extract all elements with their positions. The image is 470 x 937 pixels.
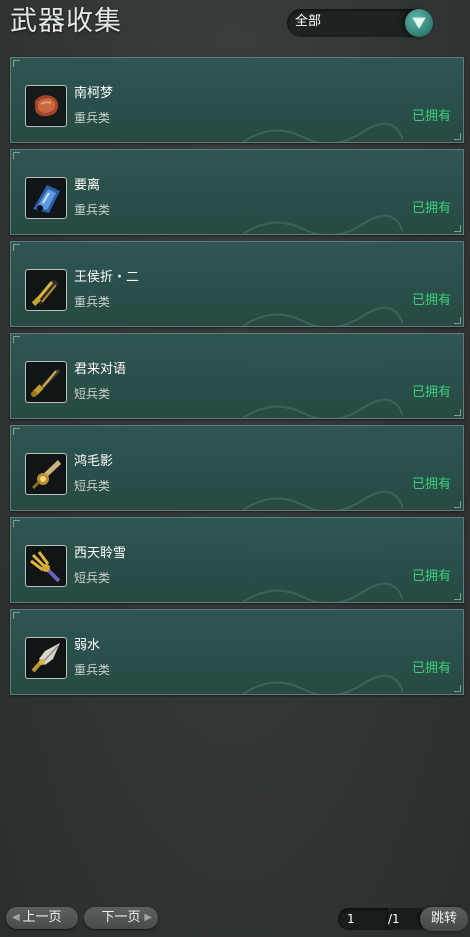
weapon-type: 短兵类 <box>74 571 111 585</box>
owned-status: 已拥有 <box>411 201 451 216</box>
filter-selected-value: 全部 <box>295 14 322 29</box>
weapon-card[interactable]: 弱水 重兵类 已拥有 <box>10 609 464 695</box>
chevron-down-icon[interactable] <box>405 9 433 37</box>
weapon-name: 王侯折・二 <box>74 270 140 285</box>
weapon-card[interactable]: 要离 重兵类 已拥有 <box>10 149 464 235</box>
page-title: 武器收集 <box>10 6 122 37</box>
weapon-card[interactable]: 南柯梦 重兵类 已拥有 <box>10 57 464 143</box>
cloud-pattern-icon <box>243 490 403 510</box>
weapon-name: 西天聆雪 <box>74 546 127 561</box>
weapon-name: 南柯梦 <box>74 86 114 101</box>
cloud-pattern-icon <box>243 582 403 602</box>
owned-status: 已拥有 <box>411 661 451 676</box>
jump-button[interactable]: 跳转 <box>420 907 468 931</box>
gold-blade-icon <box>25 269 67 311</box>
owned-status: 已拥有 <box>411 477 451 492</box>
cloud-pattern-icon <box>243 306 403 326</box>
owned-status: 已拥有 <box>411 293 451 308</box>
weapon-type: 重兵类 <box>74 295 111 309</box>
cloud-pattern-icon <box>243 398 403 418</box>
owned-status: 已拥有 <box>411 385 451 400</box>
weapon-name: 要离 <box>74 178 101 193</box>
weapon-card[interactable]: 君来对语 短兵类 已拥有 <box>10 333 464 419</box>
page-total: /1 <box>388 908 422 930</box>
weapon-card[interactable]: 王侯折・二 重兵类 已拥有 <box>10 241 464 327</box>
filter-dropdown[interactable]: 全部 <box>287 9 433 37</box>
chevron-right-icon: ▶ <box>144 912 152 923</box>
cloud-pattern-icon <box>243 122 403 142</box>
blue-axe-icon <box>25 177 67 219</box>
pagination-bar: ◀ 上一页 下一页 ▶ 1 /1 跳转 <box>0 903 470 937</box>
weapon-type: 短兵类 <box>74 387 111 401</box>
next-page-button[interactable]: 下一页 ▶ <box>84 907 158 929</box>
dagger-icon <box>25 361 67 403</box>
owned-status: 已拥有 <box>411 569 451 584</box>
trident-icon <box>25 545 67 587</box>
ornate-dagger-icon <box>25 453 67 495</box>
prev-page-button[interactable]: ◀ 上一页 <box>6 907 78 929</box>
next-page-label: 下一页 <box>101 910 141 925</box>
weapon-name: 鸿毛影 <box>74 454 114 469</box>
weapon-type: 重兵类 <box>74 663 111 677</box>
weapon-type: 短兵类 <box>74 479 111 493</box>
page-number-input[interactable]: 1 <box>338 908 388 930</box>
weapon-type: 重兵类 <box>74 203 111 217</box>
cloud-pattern-icon <box>243 214 403 234</box>
weapon-type: 重兵类 <box>74 111 111 125</box>
cloud-pattern-icon <box>243 674 403 694</box>
header: 武器收集 全部 <box>0 0 470 46</box>
weapon-list: 南柯梦 重兵类 已拥有 要离 重兵类 已拥有 王侯折・二 重兵类 已拥有 君来对… <box>10 57 464 701</box>
owned-status: 已拥有 <box>411 109 451 124</box>
weapon-name: 君来对语 <box>74 362 127 377</box>
chevron-left-icon: ◀ <box>12 912 20 923</box>
weapon-name: 弱水 <box>74 638 101 653</box>
meat-cleaver-icon <box>25 85 67 127</box>
prev-page-label: 上一页 <box>22 910 62 925</box>
weapon-card[interactable]: 西天聆雪 短兵类 已拥有 <box>10 517 464 603</box>
weapon-card[interactable]: 鸿毛影 短兵类 已拥有 <box>10 425 464 511</box>
spearhead-icon <box>25 637 67 679</box>
